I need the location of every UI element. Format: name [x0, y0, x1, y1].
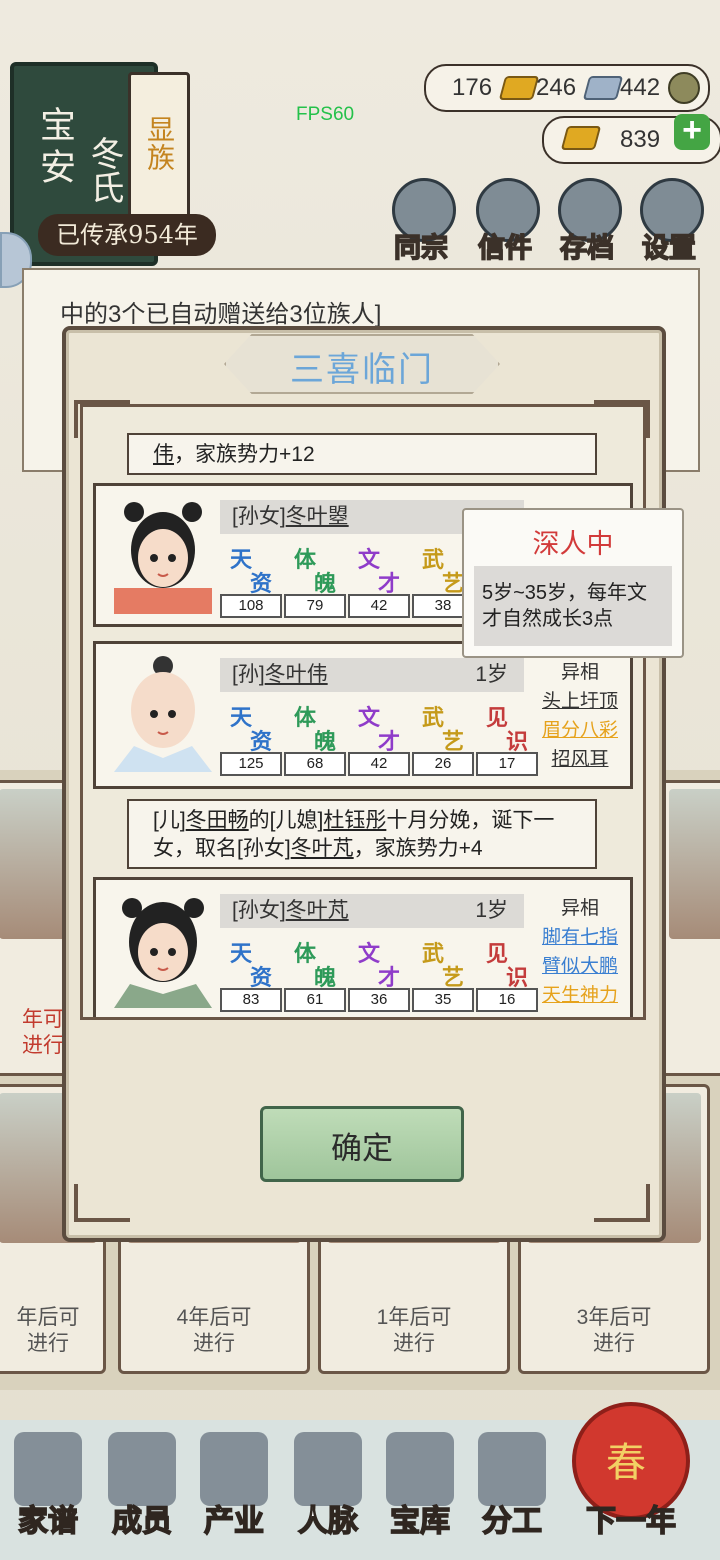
nav-label: 分工 — [481, 1503, 543, 1540]
person-name-link[interactable]: 杜钰彤 — [323, 809, 386, 832]
nav-family-tree[interactable]: 家谱 — [0, 1428, 96, 1548]
trait-list: 异相头上圩顶 眉分八彩 招风耳 — [530, 658, 630, 774]
child-name[interactable]: 冬叶芃 — [286, 899, 349, 922]
birth-list[interactable]: 伟，家族势力+12 [孙女]冬叶曌 天资 108 体魄 79 文才 42 武艺 38 [孙]冬… — [80, 404, 646, 1020]
stat-label: 天资 — [230, 705, 273, 755]
nav-label: 人脉 — [297, 1503, 359, 1540]
nav-members[interactable]: 成员 — [94, 1428, 190, 1548]
stat-label: 武艺 — [422, 705, 465, 755]
trait-item[interactable]: 臂似大鹏 — [530, 952, 630, 981]
stat-value: 35 — [412, 988, 474, 1012]
relation-label: [孙女] — [232, 505, 286, 528]
stat-value: 83 — [220, 988, 282, 1012]
child-card[interactable]: [孙女]冬叶芃 1岁 异相脚有七指 臂似大鹏 天生神力 天资 83 体魄 61 文才 36 武艺… — [93, 877, 633, 1017]
building-icon — [200, 1432, 268, 1506]
child-age: 1岁 — [475, 663, 508, 686]
stat-value: 68 — [284, 752, 346, 776]
child-avatar — [114, 656, 212, 772]
person-icon — [108, 1432, 176, 1506]
nav-label: 宝库 — [389, 1503, 451, 1540]
relation-label: [孙女] — [232, 899, 286, 922]
dialog-title-plate: 三喜临门 — [224, 334, 500, 394]
nav-assignments[interactable]: 分工 — [464, 1428, 560, 1548]
trait-item[interactable]: 招风耳 — [530, 745, 630, 774]
message-text: ，家族势力+12 — [174, 443, 315, 466]
stat-label: 天资 — [230, 547, 273, 597]
scroll-icon — [478, 1432, 546, 1506]
child-avatar — [114, 502, 212, 614]
trait-item[interactable]: 眉分八彩 — [530, 716, 630, 745]
message-text: [儿] — [153, 809, 186, 832]
nav-treasury[interactable]: 宝库 — [372, 1428, 468, 1548]
stat-value: 61 — [284, 988, 346, 1012]
stat-value: 17 — [476, 752, 538, 776]
stat-label: 天资 — [230, 941, 273, 991]
stat-value: 79 — [284, 594, 346, 618]
stat-value: 16 — [476, 988, 538, 1012]
trait-item[interactable]: 脚有七指 — [530, 923, 630, 952]
confirm-button[interactable]: 确定 — [260, 1106, 464, 1182]
stat-value: 42 — [348, 594, 410, 618]
nav-connections[interactable]: 人脉 — [280, 1428, 376, 1548]
tooltip-body: 5岁~35岁，每年文才自然成长3点 — [474, 566, 672, 646]
birth-message: [儿]冬田畅的[儿媳]杜钰彤十月分娩，诞下一女，取名[孙女]冬叶芃，家族势力+4 — [127, 799, 597, 869]
frame-corner — [74, 1184, 130, 1222]
stat-value: 36 — [348, 988, 410, 1012]
stat-label: 文才 — [358, 705, 401, 755]
stat-label: 武艺 — [422, 941, 465, 991]
stat-label: 体魄 — [294, 941, 337, 991]
network-icon — [294, 1432, 362, 1506]
child-name[interactable]: 冬叶曌 — [286, 505, 349, 528]
child-name-link[interactable]: 伟 — [153, 443, 174, 466]
child-name[interactable]: 冬叶伟 — [265, 663, 328, 686]
child-age: 1岁 — [475, 899, 508, 922]
stat-label: 体魄 — [294, 547, 337, 597]
stat-value: 42 — [348, 752, 410, 776]
stat-label: 文才 — [358, 941, 401, 991]
stat-label: 体魄 — [294, 705, 337, 755]
trait-list: 异相脚有七指 臂似大鹏 天生神力 — [530, 894, 630, 1010]
nav-label: 产业 — [203, 1503, 265, 1540]
confirm-label: 确定 — [331, 1131, 393, 1167]
message-text: ，家族势力+4 — [353, 837, 483, 860]
child-name-link[interactable]: 冬叶芃 — [291, 837, 354, 860]
stat-value: 26 — [412, 752, 474, 776]
nav-label: 家谱 — [17, 1503, 79, 1540]
child-name-bar: [孙女]冬叶芃 1岁 — [220, 894, 524, 928]
trait-header: 异相 — [560, 898, 599, 919]
tooltip-title: 深人中 — [532, 529, 614, 560]
stat-label: 见识 — [486, 941, 529, 991]
stat-value: 125 — [220, 752, 282, 776]
person-name-link[interactable]: 冬田畅 — [186, 809, 249, 832]
child-name-bar: [孙]冬叶伟 1岁 — [220, 658, 524, 692]
stat-label: 文才 — [358, 547, 401, 597]
birth-message: 伟，家族势力+12 — [127, 433, 597, 475]
dialog-title: 三喜临门 — [290, 350, 434, 390]
book-icon — [14, 1432, 82, 1506]
trait-header: 异相 — [560, 662, 599, 683]
nav-label: 下一年 — [585, 1503, 677, 1540]
child-card[interactable]: [孙]冬叶伟 1岁 异相头上圩顶 眉分八彩 招风耳 天资 125 体魄 68 文才 42 武艺 2… — [93, 641, 633, 789]
nav-property[interactable]: 产业 — [186, 1428, 282, 1548]
nav-next-year[interactable]: 下一年 — [566, 1428, 696, 1548]
stat-value: 108 — [220, 594, 282, 618]
trait-item[interactable]: 头上圩顶 — [530, 687, 630, 716]
message-text: 的[儿媳] — [248, 809, 324, 832]
stat-label: 见识 — [486, 705, 529, 755]
nav-label: 成员 — [111, 1503, 173, 1540]
trait-tooltip: 深人中 5岁~35岁，每年文才自然成长3点 — [462, 508, 684, 658]
relation-label: [孙] — [232, 663, 265, 686]
frame-corner — [594, 1184, 650, 1222]
trait-item[interactable]: 天生神力 — [530, 981, 630, 1010]
chest-icon — [386, 1432, 454, 1506]
child-avatar — [114, 898, 212, 1008]
